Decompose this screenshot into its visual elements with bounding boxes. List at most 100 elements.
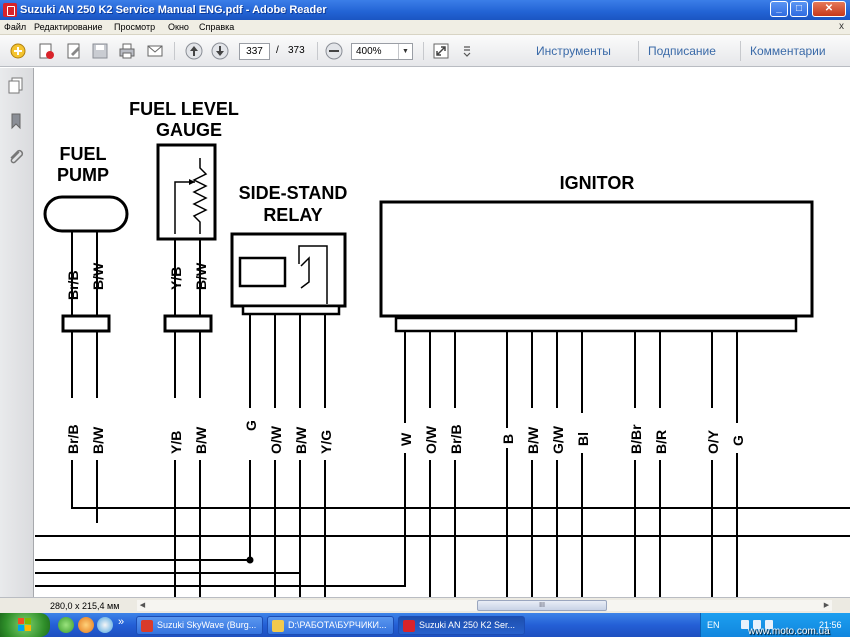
chrome-icon[interactable] bbox=[97, 617, 113, 633]
menu-window[interactable]: Окно bbox=[168, 22, 189, 32]
start-button[interactable] bbox=[0, 613, 50, 637]
customize-toolbar-icon[interactable] bbox=[457, 41, 477, 61]
window-title: Suzuki AN 250 K2 Service Manual ENG.pdf … bbox=[20, 4, 327, 16]
quicklaunch-icon[interactable] bbox=[58, 617, 74, 633]
comments-link[interactable]: Комментарии bbox=[750, 44, 826, 58]
horizontal-scrollbar[interactable]: ◀ III ▶ bbox=[137, 600, 832, 611]
ignitor-connector bbox=[394, 316, 798, 333]
toolbar-separator bbox=[423, 42, 424, 60]
fuel-level-gauge-connector bbox=[163, 314, 213, 333]
scroll-right-icon[interactable]: ▶ bbox=[821, 600, 832, 611]
maximize-button[interactable]: □ bbox=[790, 1, 808, 17]
pdf-icon bbox=[403, 620, 415, 632]
wire-label: G/W bbox=[550, 425, 566, 454]
taskbar-task-opera[interactable]: Suzuki SkyWave (Burg... bbox=[136, 616, 263, 635]
document-close-icon[interactable]: x bbox=[839, 21, 844, 32]
ignitor-body bbox=[379, 200, 814, 318]
next-page-icon[interactable] bbox=[210, 41, 230, 61]
menu-edit[interactable]: Редактирование bbox=[34, 22, 103, 32]
total-pages: 373 bbox=[288, 45, 305, 56]
wiring-diagram: FUEL PUMP FUEL LEVEL GAUGE SIDE-STAND RE… bbox=[35, 99, 850, 597]
menu-view[interactable]: Просмотр bbox=[114, 22, 155, 32]
scroll-left-icon[interactable]: ◀ bbox=[137, 600, 148, 611]
menu-help[interactable]: Справка bbox=[199, 22, 234, 32]
side-stand-relay-title-line2: RELAY bbox=[263, 205, 322, 225]
fuel-level-gauge-title-line1: FUEL LEVEL bbox=[129, 99, 239, 119]
wire-label: Br/B bbox=[65, 424, 81, 454]
windows-taskbar: » Suzuki SkyWave (Burg... D:\РАБОТА\БУРЧ… bbox=[0, 613, 850, 637]
taskbar-task-adobe-reader[interactable]: Suzuki AN 250 K2 Ser... bbox=[398, 616, 525, 635]
page-size-readout: 280,0 x 215,4 мм bbox=[50, 601, 120, 611]
menu-bar: Файл Редактирование Просмотр Окно Справк… bbox=[0, 20, 850, 35]
windows-logo-icon bbox=[18, 618, 31, 631]
zoom-out-icon[interactable] bbox=[324, 41, 344, 61]
browser-icon[interactable] bbox=[78, 617, 94, 633]
title-bar: Suzuki AN 250 K2 Service Manual ENG.pdf … bbox=[0, 0, 850, 20]
zoom-level-select[interactable]: 400% ▼ bbox=[351, 43, 413, 60]
navigation-panel bbox=[0, 68, 34, 597]
wire-label: G bbox=[730, 435, 746, 446]
wire-label: O/W bbox=[423, 425, 439, 454]
wire-label: B/W bbox=[293, 426, 309, 454]
task-label: D:\РАБОТА\БУРЧИКИ... bbox=[288, 620, 387, 630]
wire-junction-dot bbox=[246, 556, 254, 564]
wire-label-br-b-upper: Br/B bbox=[65, 270, 81, 300]
sign-link[interactable]: Подписание bbox=[648, 44, 716, 58]
bookmarks-icon[interactable] bbox=[7, 112, 25, 130]
minimize-button[interactable]: _ bbox=[770, 1, 788, 17]
document-view[interactable]: FUEL PUMP FUEL LEVEL GAUGE SIDE-STAND RE… bbox=[35, 68, 850, 597]
fit-window-icon[interactable] bbox=[431, 41, 451, 61]
create-pdf-icon[interactable] bbox=[36, 41, 56, 61]
adobe-reader-window: Suzuki AN 250 K2 Service Manual ENG.pdf … bbox=[0, 0, 850, 637]
toolbar-separator bbox=[638, 41, 639, 61]
side-stand-relay-connector bbox=[241, 304, 341, 316]
adobe-reader-icon bbox=[3, 3, 17, 17]
fuel-pump-title-line1: FUEL bbox=[60, 144, 107, 164]
attachments-icon[interactable] bbox=[7, 148, 25, 166]
scrollbar-thumb[interactable]: III bbox=[477, 600, 607, 611]
wire-label: Bl bbox=[575, 432, 591, 446]
fuel-level-gauge-body bbox=[156, 143, 217, 241]
wire-label: B/R bbox=[653, 430, 669, 454]
wire-label: B/W bbox=[90, 426, 106, 454]
print-icon[interactable] bbox=[117, 41, 137, 61]
fuel-pump-body bbox=[43, 195, 129, 233]
wire-label: B/Br bbox=[628, 424, 644, 454]
chevron-down-icon[interactable]: ▼ bbox=[398, 44, 412, 59]
more-quicklaunch-icon[interactable]: » bbox=[118, 616, 124, 628]
wire-label: B/W bbox=[525, 426, 541, 454]
page-number-input[interactable]: 337 bbox=[239, 43, 270, 60]
open-icon[interactable] bbox=[8, 41, 28, 61]
page-thumbnails-icon[interactable] bbox=[7, 76, 25, 94]
wire-label-b-w-upper: B/W bbox=[90, 262, 106, 290]
relay-coil bbox=[238, 256, 287, 288]
opera-icon bbox=[141, 620, 153, 632]
ignitor-title: IGNITOR bbox=[560, 173, 635, 193]
taskbar-task-folder[interactable]: D:\РАБОТА\БУРЧИКИ... bbox=[267, 616, 394, 635]
wire-label: O/Y bbox=[705, 429, 721, 454]
folder-icon bbox=[272, 620, 284, 632]
task-label: Suzuki AN 250 K2 Ser... bbox=[419, 620, 516, 630]
close-button[interactable]: ✕ bbox=[812, 1, 846, 17]
wire-label: O/W bbox=[268, 425, 284, 454]
main-toolbar: 337 / 373 400% ▼ Инструменты Подписание … bbox=[0, 35, 850, 67]
email-icon[interactable] bbox=[145, 41, 165, 61]
lower-wire-labels: Br/B B/W Y/B B/W G O/W B/W Y/G W O/W Br/… bbox=[65, 420, 746, 454]
wire-label: Y/B bbox=[168, 431, 184, 454]
wire-label: Br/B bbox=[448, 424, 464, 454]
language-indicator[interactable]: EN bbox=[707, 620, 720, 630]
fuel-pump-connector bbox=[61, 314, 111, 333]
edit-icon[interactable] bbox=[64, 41, 84, 61]
watermark: www.moto.com.ua bbox=[748, 626, 830, 637]
menu-file[interactable]: Файл bbox=[4, 22, 26, 32]
lower-wires bbox=[35, 314, 850, 597]
status-bar: 280,0 x 215,4 мм ◀ III ▶ bbox=[0, 597, 850, 613]
tools-link[interactable]: Инструменты bbox=[536, 44, 611, 58]
wire-label: W bbox=[398, 432, 414, 446]
toolbar-separator bbox=[740, 41, 741, 61]
fuel-level-gauge-title-line2: GAUGE bbox=[156, 120, 222, 140]
save-icon[interactable] bbox=[90, 41, 110, 61]
wire-label-b-w-upper-gauge: B/W bbox=[193, 262, 209, 290]
fuel-pump-title-line2: PUMP bbox=[57, 165, 109, 185]
previous-page-icon[interactable] bbox=[184, 41, 204, 61]
